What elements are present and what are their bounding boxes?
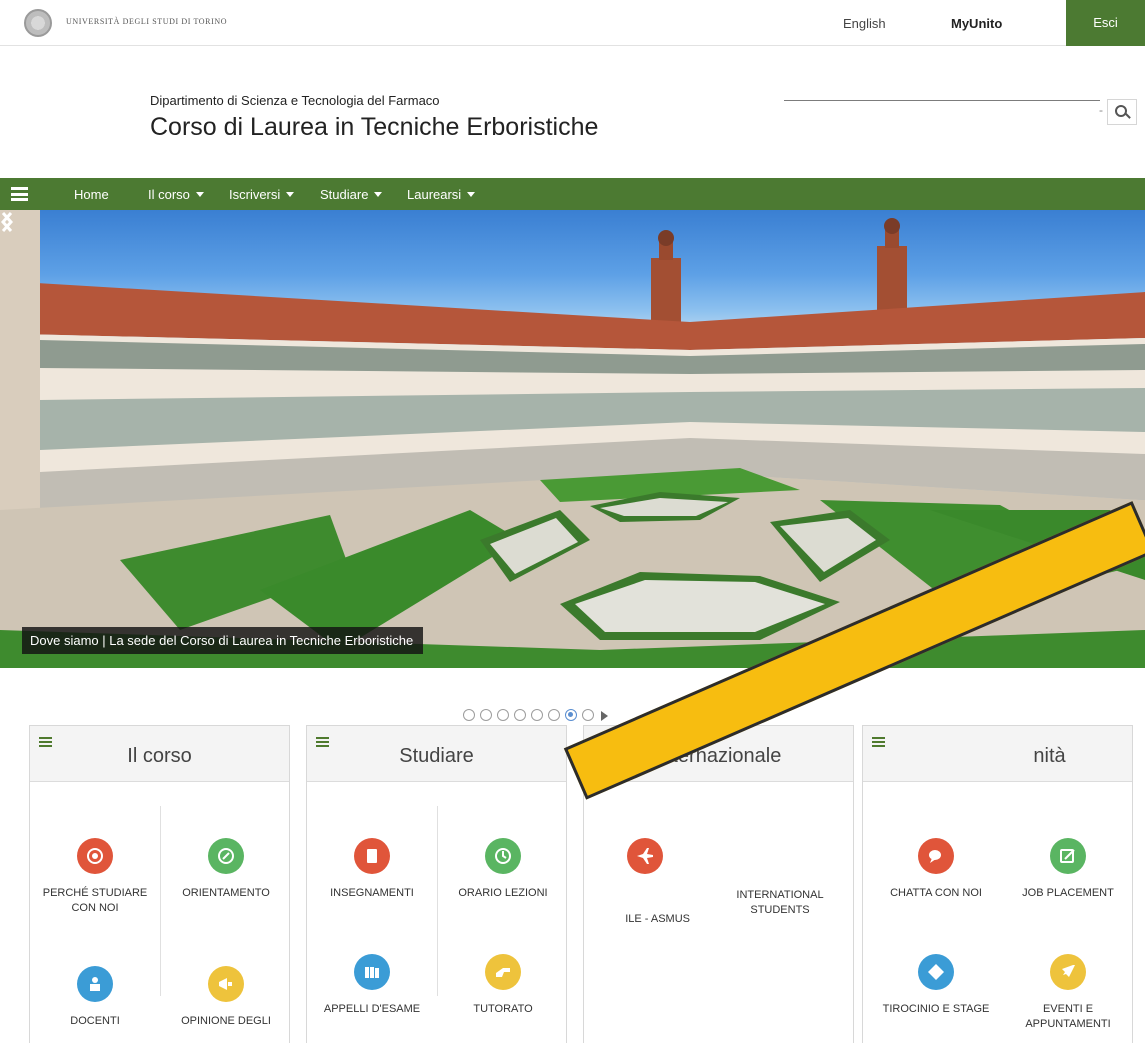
esci-button[interactable]: Esci — [1066, 0, 1145, 46]
target-icon — [77, 838, 113, 874]
card-studiare: Studiare Insegnamenti Orario lezioni App… — [306, 725, 567, 1043]
nav-item-studiare[interactable]: Studiare — [320, 187, 383, 202]
slider-dot-2[interactable] — [480, 709, 492, 721]
hamburger-menu-icon[interactable] — [11, 187, 28, 201]
search-separator: - — [1099, 103, 1103, 117]
card-il-corso: Il corso Perché studiare con noi Orienta… — [29, 725, 290, 1043]
top-bar: Università degli Studi di Torino English… — [0, 0, 1145, 46]
tile-job-placement[interactable]: Job placement — [1003, 838, 1133, 901]
main-nav: Home Il corso Iscriversi Studiare Laurea… — [0, 178, 1145, 210]
hand-icon — [485, 954, 521, 990]
rocket-icon — [1050, 954, 1086, 990]
tile-opinione-degli[interactable]: Opinione degli — [161, 966, 291, 1029]
tile-tutorato[interactable]: Tutorato — [438, 954, 568, 1017]
card-opportunita: nità Chatta con noi Job placement Tiroci… — [862, 725, 1133, 1043]
slider-dot-7[interactable] — [565, 709, 577, 721]
caret-down-icon — [374, 192, 383, 197]
slider-play-icon[interactable] — [601, 711, 608, 721]
university-seal-icon[interactable] — [24, 9, 52, 37]
hero-caption[interactable]: Dove siamo | La sede del Corso di Laurea… — [22, 627, 424, 654]
caret-down-icon — [467, 192, 476, 197]
slider-dot-1[interactable] — [463, 709, 475, 721]
airplane-icon — [627, 838, 663, 874]
department-name[interactable]: Dipartimento di Scienza e Tecnologia del… — [150, 93, 440, 108]
caret-down-icon — [195, 192, 204, 197]
slider-dot-3[interactable] — [497, 709, 509, 721]
tile-international-students[interactable]: International students — [715, 888, 845, 918]
site-header: Dipartimento di Scienza e Tecnologia del… — [0, 47, 1145, 177]
card-title[interactable]: nità — [915, 745, 1145, 768]
megaphone-icon — [208, 966, 244, 1002]
pen-icon — [1050, 838, 1086, 874]
chat-icon — [918, 838, 954, 874]
card-title[interactable]: Il corso — [30, 745, 289, 768]
tile-tirocinio-stage[interactable]: Tirocinio e stage — [871, 954, 1001, 1017]
tile-orientamento[interactable]: Orientamento — [161, 838, 291, 901]
search-input[interactable] — [784, 100, 1100, 101]
tile-mobilita-erasmus[interactable]: ile - asmus — [580, 838, 710, 927]
tag-icon — [918, 954, 954, 990]
university-name[interactable]: Università degli Studi di Torino — [66, 17, 227, 26]
slider-dot-4[interactable] — [514, 709, 526, 721]
card-menu-icon[interactable] — [872, 737, 885, 747]
tile-perche-studiare[interactable]: Perché studiare con noi — [30, 838, 160, 916]
slider-next-arrow-icon[interactable] — [0, 210, 14, 234]
tile-docenti[interactable]: Docenti — [30, 966, 160, 1029]
slider-dot-6[interactable] — [548, 709, 560, 721]
nav-item-il-corso[interactable]: Il corso — [148, 187, 204, 202]
english-link[interactable]: English — [843, 16, 886, 31]
clock-icon — [485, 838, 521, 874]
slider-dot-8[interactable] — [582, 709, 594, 721]
nav-item-home[interactable]: Home — [74, 187, 109, 202]
slider-dot-5[interactable] — [531, 709, 543, 721]
card-title[interactable]: Studiare — [307, 745, 566, 768]
book-icon — [354, 838, 390, 874]
compass-icon — [208, 838, 244, 874]
tile-chatta-con-noi[interactable]: Chatta con noi — [871, 838, 1001, 901]
caret-down-icon — [286, 192, 295, 197]
search-button[interactable] — [1107, 99, 1137, 125]
books-icon — [354, 954, 390, 990]
page-title[interactable]: Corso di Laurea in Tecniche Erboristiche — [150, 113, 598, 142]
tile-orario-lezioni[interactable]: Orario lezioni — [438, 838, 568, 901]
nav-item-laurearsi[interactable]: Laurearsi — [407, 187, 476, 202]
teacher-icon — [77, 966, 113, 1002]
nav-item-iscriversi[interactable]: Iscriversi — [229, 187, 295, 202]
myunito-link[interactable]: MyUnito — [951, 16, 1002, 31]
tile-appelli-esame[interactable]: Appelli d'esame — [307, 954, 437, 1017]
tile-insegnamenti[interactable]: Insegnamenti — [307, 838, 437, 901]
tile-eventi-appuntamenti[interactable]: Eventi e appuntamenti — [1003, 954, 1133, 1032]
